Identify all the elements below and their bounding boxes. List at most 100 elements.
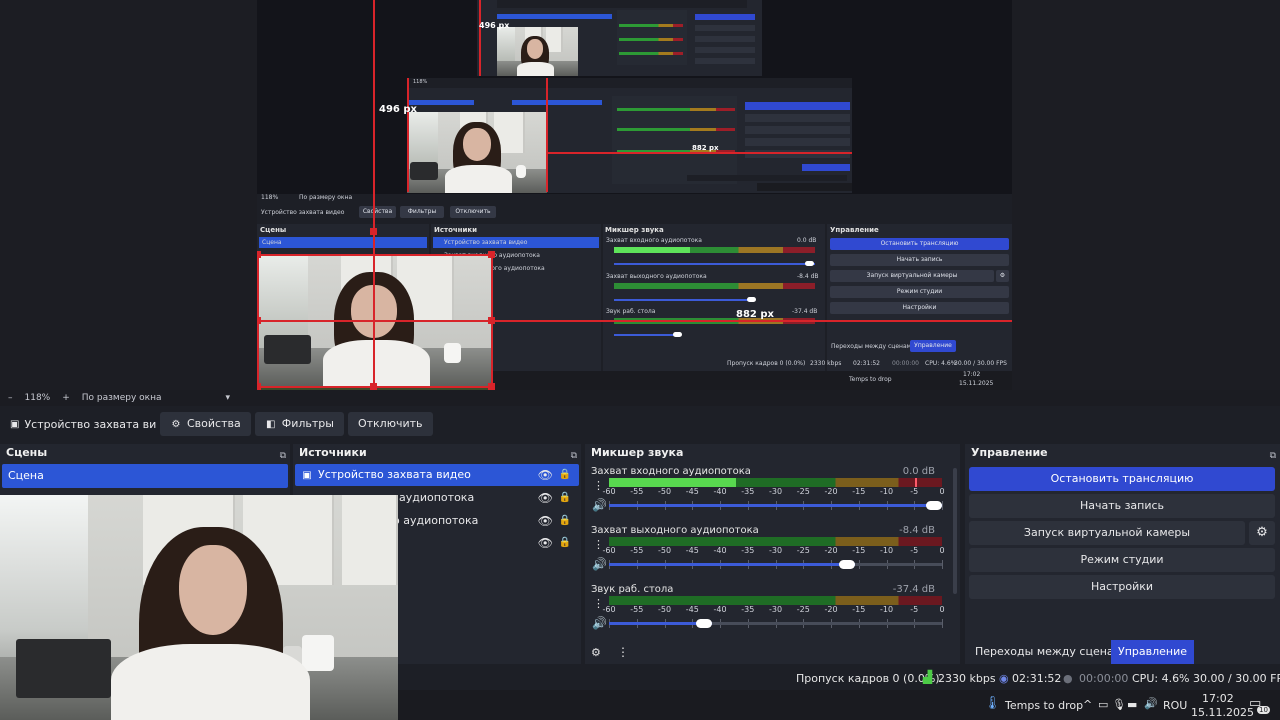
scale-label: -25 bbox=[796, 546, 810, 555]
obs-window: 118% 882 px 118% По размеру окна Устройс… bbox=[0, 0, 1280, 720]
camera-icon: ▣ bbox=[302, 470, 312, 481]
zoom-in-button[interactable]: + bbox=[62, 393, 70, 403]
selected-source-name: Устройство захвата видео bbox=[24, 417, 156, 431]
channel-name: Звук раб. стола bbox=[591, 584, 674, 595]
virtual-camera-button[interactable]: Запуск виртуальной камеры bbox=[969, 521, 1245, 545]
mixer-channel: Захват выходного аудиопотока -8.4 dB ⋮ -60-… bbox=[585, 523, 949, 581]
webcam-overlay bbox=[0, 495, 398, 720]
lock-icon[interactable]: 🔒 bbox=[559, 510, 571, 532]
scenes-title: Сцены ⧉ bbox=[0, 444, 290, 462]
speaker-icon[interactable]: 🔊 bbox=[592, 616, 607, 630]
volume-meter: -60 -55 -50 -45 -40 -35 -30 -25 -20 -15 -10 -5 0 bbox=[602, 596, 945, 614]
speaker-icon[interactable]: 🔊 bbox=[1144, 697, 1158, 710]
notification-badge: 10 bbox=[1257, 706, 1270, 714]
scene-item[interactable]: Сцена bbox=[2, 464, 288, 488]
selected-source-label: ▣ Устройство захвата видео bbox=[6, 412, 156, 436]
eye-icon[interactable]: 👁 bbox=[538, 510, 553, 532]
eye-icon[interactable]: 👁 bbox=[538, 532, 553, 554]
volume-slider-handle[interactable] bbox=[926, 501, 942, 510]
mixer-channel: Звук раб. стола -37.4 dB ⋮ -60 -55 -50 -45 -40-… bbox=[585, 582, 949, 640]
meter-level bbox=[609, 478, 736, 487]
clock-date[interactable]: 15.11.2025 bbox=[1191, 706, 1254, 719]
scale-label: -50 bbox=[657, 605, 672, 614]
lock-icon[interactable]: 🔒 bbox=[559, 532, 571, 554]
filters-button[interactable]: ◧ Фильтры bbox=[254, 412, 344, 436]
virtual-camera-settings-icon[interactable]: ⚙ bbox=[1249, 521, 1275, 545]
scale-label: -10 bbox=[879, 546, 894, 555]
disable-label: Отключить bbox=[357, 417, 423, 430]
scale-label: 0 bbox=[939, 605, 945, 614]
zoom-level: 118% bbox=[24, 393, 51, 403]
eye-icon[interactable]: 👁 bbox=[538, 487, 553, 509]
volume-meter: -60 -55 -50 -45 -40 -35 -30 -25 -20 -15 -10 -5 0 bbox=[602, 537, 945, 555]
stream-icon: ◉ bbox=[999, 672, 1009, 685]
scale-label: -15 bbox=[852, 546, 866, 555]
fit-mode-select[interactable]: По размеру окна bbox=[82, 393, 162, 403]
filter-icon: ◧ bbox=[266, 419, 276, 430]
thermometer-icon[interactable]: 🌡 bbox=[984, 696, 1001, 711]
scale-label: -45 bbox=[685, 546, 699, 555]
undock-icon[interactable]: ⧉ bbox=[571, 447, 577, 465]
dropped-frames: Пропуск кадров 0 (0.0%) bbox=[796, 672, 940, 685]
scale-label: -5 bbox=[910, 546, 919, 555]
zoom-bar: – 118% + По размеру окна ▾ bbox=[0, 390, 1280, 406]
channel-name: Захват выходного аудиопотока bbox=[591, 525, 759, 536]
mixer-menu-icon[interactable]: ⋮ bbox=[617, 645, 629, 659]
studio-mode-button[interactable]: Режим студии bbox=[969, 548, 1275, 572]
preview-area[interactable]: 118% 882 px 118% По размеру окна Устройс… bbox=[0, 0, 1280, 390]
clock-time[interactable]: 17:02 bbox=[1202, 692, 1234, 705]
source-toolbar: ▣ Устройство захвата видео ⚙ Свойства ◧ Фи… bbox=[0, 410, 1280, 438]
scale-label: 0 bbox=[939, 487, 945, 496]
scale-label: -35 bbox=[741, 605, 755, 614]
source-label: аудиопотока bbox=[399, 491, 475, 504]
volume-slider[interactable] bbox=[609, 504, 942, 507]
volume-slider-handle[interactable] bbox=[696, 619, 713, 628]
scale-label: -20 bbox=[824, 605, 838, 614]
mixer-dock: Микшер звука Захват входного аудиопотока… bbox=[585, 444, 960, 664]
channel-db: 0.0 dB bbox=[902, 466, 935, 477]
chevron-down-icon[interactable]: ▾ bbox=[226, 393, 231, 403]
speaker-icon[interactable]: 🔊 bbox=[592, 498, 607, 512]
start-record-button[interactable]: Начать запись bbox=[969, 494, 1275, 518]
lock-icon[interactable]: 🔒 bbox=[559, 487, 571, 509]
scale-label: -15 bbox=[852, 605, 866, 614]
channel-name: Захват входного аудиопотока bbox=[591, 466, 751, 477]
disable-button[interactable]: Отключить bbox=[347, 412, 433, 436]
channel-db: -37.4 dB bbox=[892, 584, 935, 595]
scale-label: -60 bbox=[602, 546, 616, 555]
bitrate: 2330 kbps bbox=[938, 672, 996, 685]
mixer-scrollbar[interactable] bbox=[953, 468, 957, 594]
preview-canvas[interactable]: 118% 882 px 118% По размеру окна Устройс… bbox=[257, 0, 1012, 390]
volume-slider-handle[interactable] bbox=[839, 560, 856, 569]
nested-camera-2 bbox=[407, 112, 547, 193]
volume-slider[interactable] bbox=[609, 563, 856, 566]
eye-icon[interactable]: 👁 bbox=[538, 464, 553, 486]
source-item-video-capture[interactable]: ▣ Устройство захвата видео 👁 🔒 bbox=[295, 464, 579, 486]
language-indicator[interactable]: ROU bbox=[1163, 699, 1187, 712]
mixer-title: Микшер звука bbox=[591, 446, 684, 459]
microphone-icon[interactable]: 🎙 bbox=[1112, 698, 1126, 711]
scale-label: -15 bbox=[852, 487, 866, 496]
undock-icon[interactable]: ⧉ bbox=[1270, 447, 1276, 465]
undock-icon[interactable]: ⧉ bbox=[280, 447, 286, 465]
scale-label: -10 bbox=[879, 487, 894, 496]
record-icon: ● bbox=[1063, 672, 1073, 685]
weather-text[interactable]: Temps to drop bbox=[1005, 699, 1083, 712]
tray-arrow-icon[interactable]: ^ bbox=[1083, 698, 1092, 711]
stop-stream-button[interactable]: Остановить трансляцию bbox=[969, 467, 1275, 491]
properties-button[interactable]: ⚙ Свойства bbox=[160, 412, 251, 436]
battery-icon[interactable]: ▬ bbox=[1127, 698, 1137, 711]
mixer-channel: Захват входного аудиопотока 0.0 dB ⋮ -60 -55… bbox=[585, 464, 949, 522]
channel-db: -8.4 dB bbox=[899, 525, 935, 536]
tab-controls[interactable]: Управление bbox=[1111, 640, 1195, 664]
mixer-settings-icon[interactable]: ⚙ bbox=[591, 646, 601, 659]
tray-drive-icon[interactable]: ▭ bbox=[1098, 698, 1108, 711]
camera-icon: ▣ bbox=[10, 418, 20, 430]
speaker-icon[interactable]: 🔊 bbox=[592, 557, 607, 571]
nested-preview-3 bbox=[477, 0, 762, 76]
controls-title: Управление ⧉ bbox=[965, 444, 1280, 462]
zoom-out-button[interactable]: – bbox=[8, 393, 13, 403]
scale-label: -30 bbox=[768, 546, 783, 555]
lock-icon[interactable]: 🔒 bbox=[559, 464, 571, 486]
settings-button[interactable]: Настройки bbox=[969, 575, 1275, 599]
